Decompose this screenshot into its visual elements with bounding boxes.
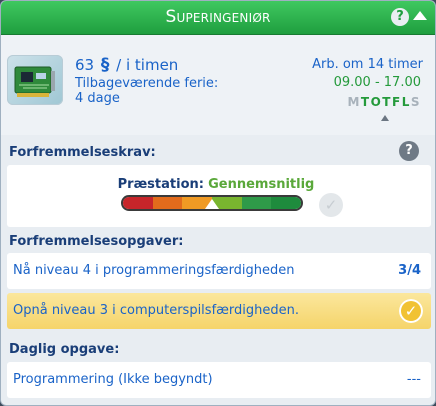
performance-box: Præstation: Gennemsnitlig ✓ xyxy=(7,165,431,227)
chevron-up-icon[interactable] xyxy=(413,11,427,20)
meter-segment xyxy=(241,197,272,209)
work-hours: 09.00 - 17.00 xyxy=(333,75,421,90)
performance-text: Præstation: Gennemsnitlig xyxy=(7,177,425,192)
day-wednesday: O xyxy=(370,95,383,109)
performance-value: Gennemsnitlig xyxy=(208,177,315,192)
day-friday: F xyxy=(391,95,402,109)
career-title: Superingeniør xyxy=(165,7,271,27)
day-monday: M xyxy=(347,95,361,109)
daily-task-row[interactable]: Programmering (Ikke begyndt) --- xyxy=(7,362,431,398)
circuit-board-icon xyxy=(7,55,63,105)
pay-rate: 63 § / i timen xyxy=(75,55,178,75)
task-text: Opnå niveau 3 i computerspilsfærdigheden… xyxy=(13,303,299,318)
promotion-tasks-label: Forfremmelsesopgaver: xyxy=(9,234,184,249)
promotion-task-row[interactable]: Nå niveau 4 i programmeringsfærdigheden … xyxy=(7,253,431,289)
career-panel: Superingeniør ? 63 § / i timen Tilbagevæ… xyxy=(0,0,436,406)
performance-label: Præstation: xyxy=(117,177,204,192)
promotion-requirements-label: Forfremmelseskrav: xyxy=(9,145,156,160)
help-icon[interactable]: ? xyxy=(391,8,409,26)
daily-task-progress: --- xyxy=(406,372,421,387)
meter-segment xyxy=(123,197,153,209)
completed-check-icon: ✓ xyxy=(399,299,423,323)
day-tuesday: T xyxy=(360,95,371,109)
day-sunday: S xyxy=(410,95,421,109)
task-text: Nå niveau 4 i programmeringsfærdigheden xyxy=(13,263,295,278)
vacation-label: Tilbageværende ferie: xyxy=(75,76,219,91)
task-progress: 3/4 xyxy=(398,263,421,278)
simoleon-icon: § xyxy=(100,55,110,75)
vacation-value: 4 dage xyxy=(75,91,120,106)
day-saturday: L xyxy=(401,95,411,109)
daily-task-label: Daglig opgave: xyxy=(9,342,120,357)
daily-task-text: Programmering (Ikke begyndt) xyxy=(13,372,213,387)
work-days: MTOTFLS xyxy=(347,95,421,109)
work-countdown: Arb. om 14 timer xyxy=(312,57,423,72)
performance-marker-icon xyxy=(205,199,219,209)
job-info: 63 § / i timen Tilbageværende ferie: 4 d… xyxy=(1,35,435,135)
day-thursday: T xyxy=(382,95,392,109)
meter-segment xyxy=(271,197,301,209)
meter-segment xyxy=(152,197,183,209)
promotion-task-row-completed[interactable]: Opnå niveau 3 i computerspilsfærdigheden… xyxy=(7,293,431,329)
pay-amount: 63 xyxy=(75,56,95,74)
checkmark-icon: ✓ xyxy=(319,193,343,217)
pay-period: / i timen xyxy=(116,56,179,74)
career-header: Superingeniør ? xyxy=(1,1,435,35)
current-day-marker-icon xyxy=(381,115,389,121)
promotion-help-icon[interactable]: ? xyxy=(399,141,419,161)
